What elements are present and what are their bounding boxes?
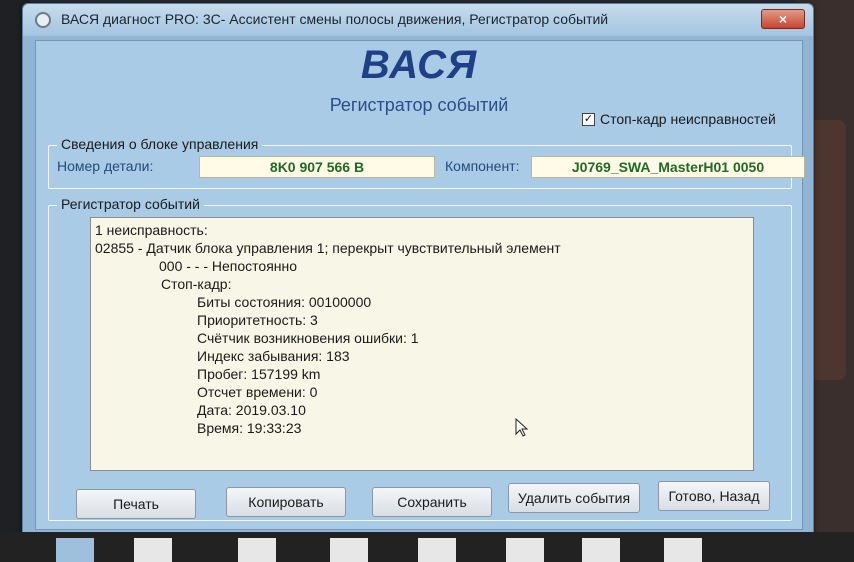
save-button[interactable]: Сохранить xyxy=(372,487,492,517)
taskbar-item[interactable] xyxy=(134,538,172,562)
log-line: Пробег: 157199 km xyxy=(197,366,321,382)
log-line: Стоп-кадр: xyxy=(161,276,232,292)
log-line: Счётчик возникновения ошибки: 1 xyxy=(197,330,419,346)
taskbar-item[interactable] xyxy=(56,538,94,562)
copy-button[interactable]: Копировать xyxy=(226,487,346,517)
part-number-field: 8K0 907 566 B xyxy=(199,156,435,178)
control-unit-legend: Сведения о блоке управления xyxy=(57,136,263,152)
taskbar-item[interactable] xyxy=(418,538,456,562)
mouse-cursor-icon xyxy=(515,418,529,437)
log-line: 1 неисправность: xyxy=(95,222,208,238)
taskbar-item[interactable] xyxy=(664,538,702,562)
component-label: Компонент: xyxy=(445,158,520,174)
log-line: Приоритетность: 3 xyxy=(197,312,318,328)
log-line: 000 - - - Непостоянно xyxy=(159,258,298,274)
taskbar-item[interactable] xyxy=(582,538,620,562)
client-area: ВАСЯ Регистратор событий ✓ Стоп-кадр неи… xyxy=(35,40,805,530)
log-line: Дата: 2019.03.10 xyxy=(197,402,306,418)
delete-events-button[interactable]: Удалить события xyxy=(508,483,640,513)
taskbar xyxy=(0,532,854,562)
title-bar[interactable]: ВАСЯ диагност PRO: 3C- Ассистент смены п… xyxy=(23,4,813,36)
window-title: ВАСЯ диагност PRO: 3C- Ассистент смены п… xyxy=(61,11,609,27)
event-log-text[interactable]: 1 неисправность: 02855 - Датчик блока уп… xyxy=(90,217,754,471)
log-line: Индекс забывания: 183 xyxy=(197,348,350,364)
done-back-button[interactable]: Готово, Назад xyxy=(658,481,770,511)
app-icon xyxy=(35,12,51,28)
freeze-frame-label: Стоп-кадр неисправностей xyxy=(600,111,776,127)
part-number-label: Номер детали: xyxy=(57,158,154,174)
freeze-frame-toggle[interactable]: ✓ Стоп-кадр неисправностей xyxy=(582,111,776,127)
log-line: Биты состояния: 00100000 xyxy=(197,294,372,310)
brand-logo-text: ВАСЯ xyxy=(360,43,478,87)
log-line: Отсчет времени: 0 xyxy=(197,384,318,400)
taskbar-item[interactable] xyxy=(506,538,544,562)
log-line: 02855 - Датчик блока управления 1; перек… xyxy=(95,240,561,256)
taskbar-item[interactable] xyxy=(238,538,276,562)
event-log-legend: Регистратор событий xyxy=(57,196,204,212)
control-unit-group: Сведения о блоке управления Номер детали… xyxy=(48,136,805,189)
print-button[interactable]: Печать xyxy=(76,489,196,519)
app-window: ВАСЯ диагност PRO: 3C- Ассистент смены п… xyxy=(22,3,814,535)
log-line: Время: 19:33:23 xyxy=(197,420,302,436)
component-field: J0769_SWA_MasterH01 0050 xyxy=(531,156,805,178)
close-button[interactable]: × xyxy=(761,9,805,29)
taskbar-item[interactable] xyxy=(330,538,368,562)
freeze-frame-checkbox[interactable]: ✓ xyxy=(582,112,595,126)
